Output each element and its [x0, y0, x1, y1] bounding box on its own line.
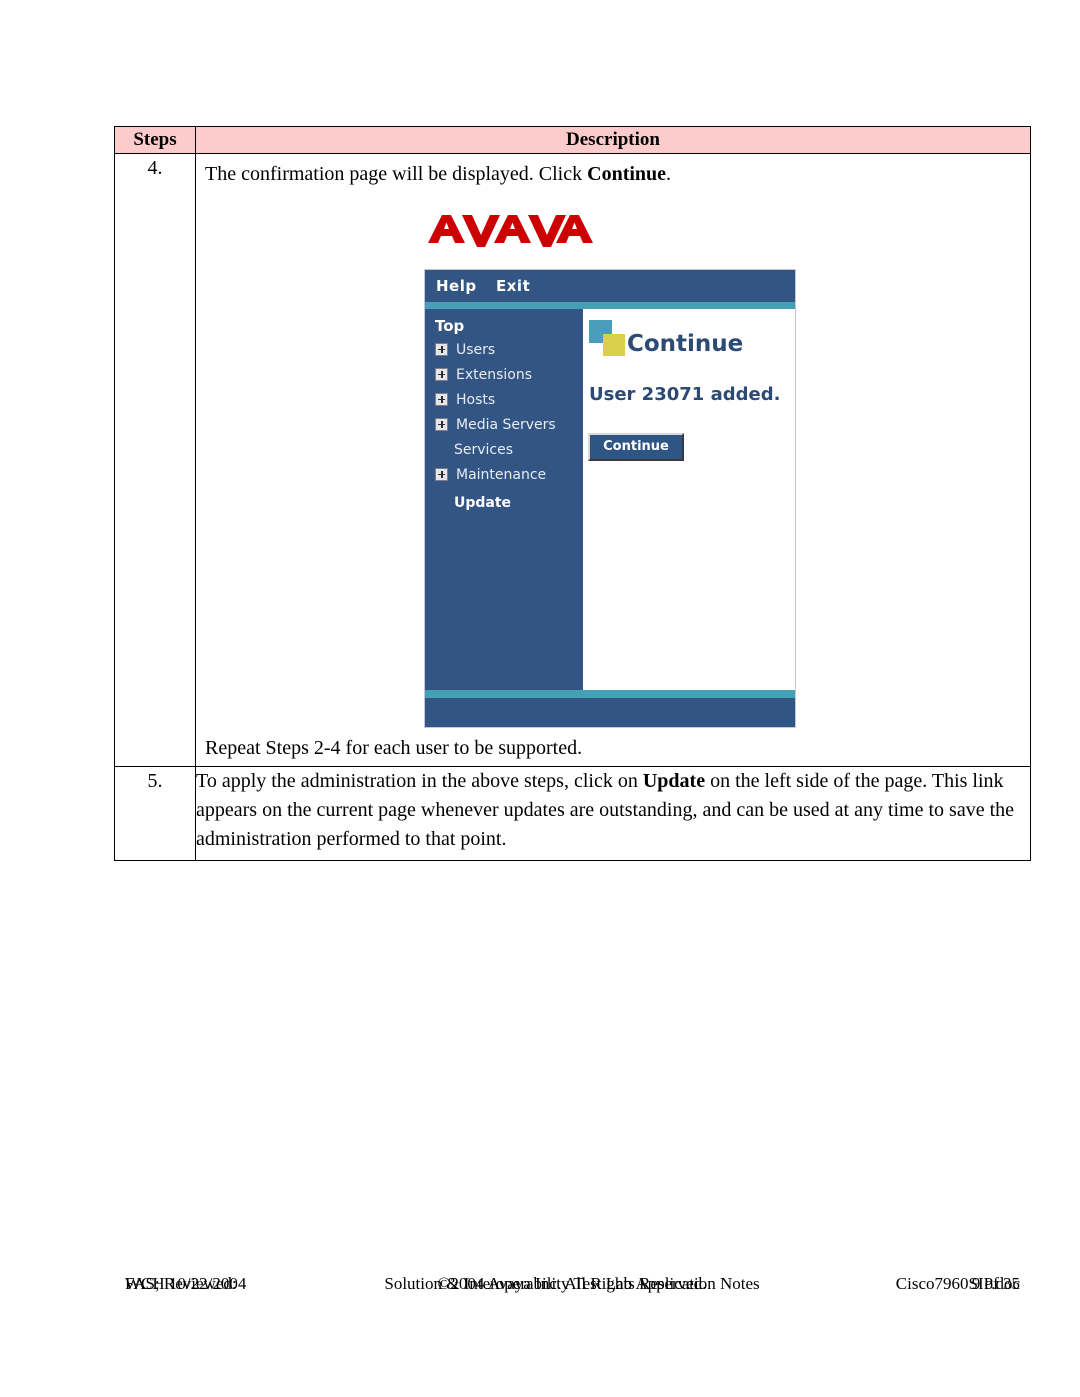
teal-divider-bottom [425, 690, 795, 698]
sidebar-nav: Top Users Extensions Hosts Media Servers… [425, 309, 583, 690]
expand-plus-icon[interactable] [435, 467, 448, 481]
step5-text-bold: Update [642, 770, 706, 792]
expand-plus-icon[interactable] [435, 342, 448, 356]
step4-text-bold: Continue [587, 163, 667, 185]
expand-plus-icon[interactable] [435, 392, 448, 406]
step-description-cell: The confirmation page will be displayed.… [195, 153, 1031, 767]
table-row: 4. The confirmation page will be display… [114, 153, 1031, 767]
sidebar-item-label: Update [454, 495, 512, 511]
nav-help-link[interactable]: Help [436, 277, 477, 295]
sidebar-item-update[interactable]: Update [435, 495, 511, 519]
nav-exit-link[interactable]: Exit [496, 277, 530, 295]
avaya-logo [424, 209, 594, 255]
column-header-description: Description [195, 126, 1031, 154]
document-footer: FAS; Reviewed: WCH 10/22/2004 Solution &… [114, 1271, 1030, 1327]
sidebar-item-label: Hosts [456, 392, 496, 408]
step4-instruction: The confirmation page will be displayed.… [196, 154, 1030, 193]
expand-plus-icon[interactable] [435, 417, 448, 431]
sidebar-item-services[interactable]: Services [435, 442, 513, 466]
column-header-steps: Steps [114, 126, 196, 154]
steps-table: Steps Description 4. The confirmation pa… [114, 126, 1031, 861]
step5-text-before: To apply the administration in the above… [196, 770, 643, 792]
step-number: 5. [114, 766, 196, 861]
continue-button[interactable]: Continue [588, 433, 684, 461]
repeat-steps-note: Repeat Steps 2-4 for each user to be sup… [205, 737, 583, 759]
footer-filename: Cisco7960SIP.doc [895, 1274, 1020, 1293]
step-number: 4. [114, 153, 196, 767]
step5-instruction: To apply the administration in the above… [195, 766, 1031, 861]
sidebar-item-top[interactable]: Top [435, 317, 464, 335]
step4-text-after: . [666, 163, 672, 185]
teal-divider-top [425, 302, 795, 309]
sidebar-item-maintenance[interactable]: Maintenance [435, 467, 546, 491]
table-header-row: Steps Description [114, 126, 1031, 154]
sidebar-item-media-servers[interactable]: Media Servers [435, 417, 556, 441]
sidebar-item-label: Media Servers [456, 417, 556, 433]
sidebar-item-users[interactable]: Users [435, 342, 495, 366]
sidebar-item-label: Extensions [456, 367, 533, 383]
step4-text-before: The confirmation page will be displayed.… [205, 163, 588, 185]
top-navbar: Help Exit [425, 270, 795, 302]
table-row: 5. To apply the administration in the ab… [114, 766, 1031, 861]
status-message: User 23071 added. [589, 384, 781, 405]
sidebar-item-label: Services [454, 442, 514, 458]
sidebar-item-hosts[interactable]: Hosts [435, 392, 495, 416]
content-title: Continue [627, 331, 744, 357]
yellow-square-icon [603, 334, 625, 356]
sidebar-item-extensions[interactable]: Extensions [435, 367, 532, 391]
sidebar-item-label: Users [456, 342, 496, 358]
content-area: Continue User 23071 added. Continue [583, 309, 795, 690]
expand-plus-icon[interactable] [435, 367, 448, 381]
document-page: Steps Description 4. The confirmation pa… [0, 0, 1080, 1397]
window-footer-bar [425, 698, 795, 727]
embedded-screenshot: Help Exit Top Users Extensions Hosts Med… [424, 207, 796, 734]
sidebar-item-label: Maintenance [456, 467, 547, 483]
avaya-admin-window: Help Exit Top Users Extensions Hosts Med… [424, 269, 796, 728]
